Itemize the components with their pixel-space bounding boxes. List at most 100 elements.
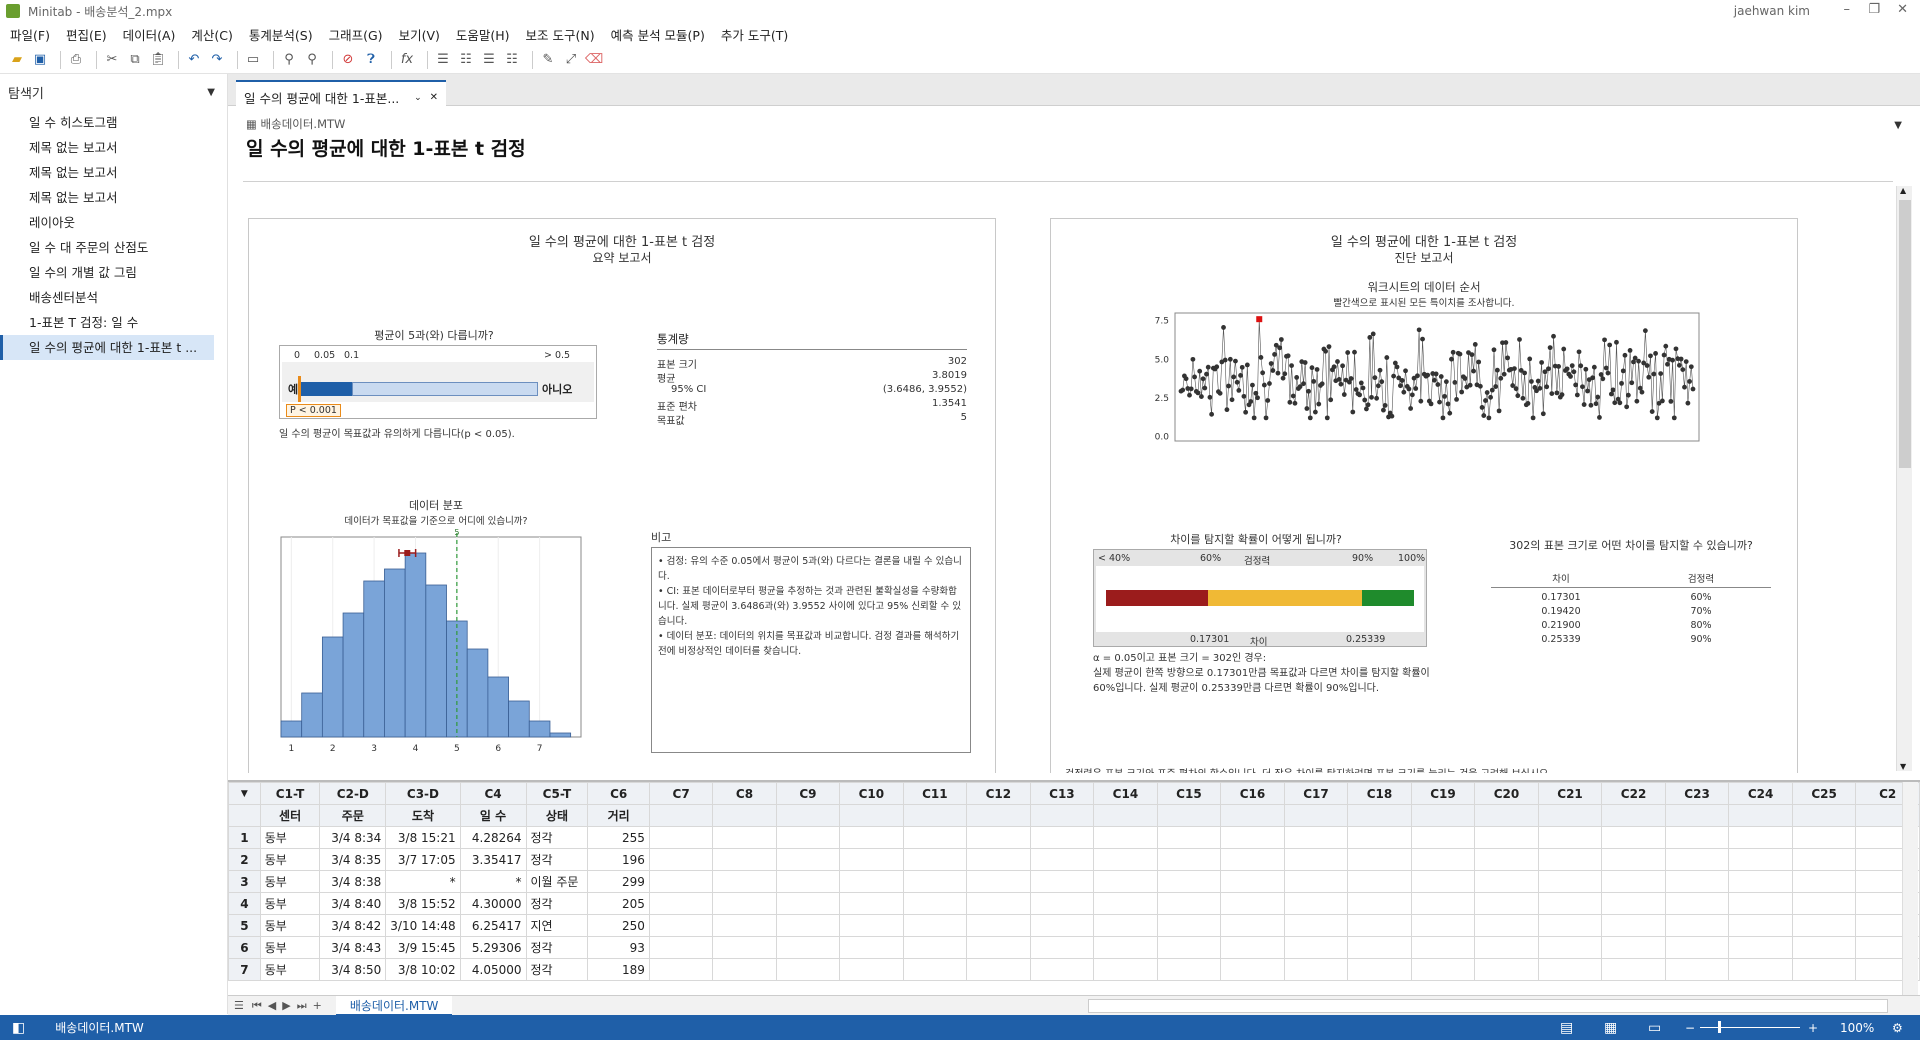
navigator-header[interactable]: 탐색기 ▼ [0,74,227,110]
table-cell[interactable]: 동부 [259,826,321,849]
table-cell[interactable]: 3/4 8:50 [319,958,387,981]
table-cell[interactable] [648,870,714,893]
column-header[interactable]: C20 [1474,782,1539,805]
table-cell[interactable]: 이월 주문 [525,870,589,893]
table-cell[interactable] [1601,936,1666,959]
column-header[interactable]: C10 [839,782,904,805]
zoom-in-icon[interactable]: + [1808,1021,1818,1035]
table-cell[interactable]: 3/8 10:02 [385,958,461,981]
column-header[interactable]: C6 [587,782,650,805]
table-cell[interactable] [648,892,714,915]
formula-icon[interactable]: fx [398,51,416,69]
table-cell[interactable] [966,826,1031,849]
menu-help[interactable]: 도움말(H) [456,25,510,44]
table-cell[interactable] [712,826,777,849]
table-cell[interactable] [1347,826,1412,849]
table-cell[interactable] [1220,936,1285,959]
table-cell[interactable] [775,848,841,871]
table-cell[interactable]: 동부 [259,892,321,915]
table-cell[interactable] [1537,958,1603,981]
table-cell[interactable] [1156,958,1222,981]
column-header[interactable]: C7 [648,782,714,805]
column-header[interactable]: C22 [1601,782,1666,805]
corner-cell[interactable]: ▼ [228,782,261,805]
nav-item-layout[interactable]: 레이아웃 [0,210,214,235]
add-sheet-icon[interactable]: + [313,999,322,1012]
table-cell[interactable] [1093,870,1158,893]
column-header[interactable]: C9 [775,782,841,805]
table-cell[interactable] [648,826,714,849]
column-name[interactable]: 센터 [259,804,321,827]
table-cell[interactable] [1156,826,1222,849]
panel-toggle-icon[interactable]: ◧ [12,1020,25,1036]
table-cell[interactable] [775,958,841,981]
split-view-icon[interactable]: ▤ [1560,1020,1573,1036]
table-cell[interactable] [1791,936,1857,959]
table-cell[interactable] [1791,958,1857,981]
table-cell[interactable]: 3/4 8:43 [319,936,387,959]
table-cell[interactable] [902,914,968,937]
table-cell[interactable] [1601,826,1666,849]
table-cell[interactable] [1474,936,1539,959]
column-name[interactable] [1283,804,1349,827]
collapse-icon[interactable]: ▼ [1894,120,1902,131]
table-cell[interactable] [1474,914,1539,937]
table-cell[interactable] [712,870,777,893]
table-cell[interactable] [775,914,841,937]
table-cell[interactable] [712,848,777,871]
table-cell[interactable] [1601,848,1666,871]
column-header[interactable]: C3-D [385,782,461,805]
brush-icon[interactable]: ✎ [539,51,557,69]
redo-icon[interactable]: ↷ [208,51,226,69]
nav-item-individual-value[interactable]: 일 수의 개별 값 그림 [0,260,214,285]
table-cell[interactable] [1029,958,1095,981]
column-header[interactable]: C15 [1156,782,1222,805]
menu-file[interactable]: 파일(F) [10,25,50,44]
open-icon[interactable]: ▰ [8,51,26,69]
table-cell[interactable] [1474,892,1539,915]
table-cell[interactable] [1347,892,1412,915]
table-cell[interactable] [1601,958,1666,981]
table-cell[interactable] [712,936,777,959]
table-cell[interactable] [712,892,777,915]
table-cell[interactable]: 3/4 8:35 [319,848,387,871]
eraser-icon[interactable]: ⌫ [585,51,603,69]
column-name[interactable] [1093,804,1158,827]
table-cell[interactable] [1664,914,1730,937]
worksheet-vscroll[interactable] [1902,782,1918,995]
table-cell[interactable]: 정각 [525,826,589,849]
table-cell[interactable]: 정각 [525,936,589,959]
table-cell[interactable] [966,914,1031,937]
table-cell[interactable] [902,848,968,871]
column-name[interactable]: 일 수 [459,804,527,827]
table-cell[interactable] [1791,826,1857,849]
table-cell[interactable] [839,958,904,981]
find-replace-icon[interactable]: ⚲ [303,51,321,69]
sheet-list-icon[interactable]: ☰ [234,999,244,1012]
table-cell[interactable] [966,958,1031,981]
minimize-icon[interactable]: – [1844,2,1851,17]
table-cell[interactable] [1283,892,1349,915]
table-cell[interactable]: 정각 [525,958,589,981]
table-cell[interactable] [1791,848,1857,871]
table-cell[interactable] [1664,936,1730,959]
table-cell[interactable] [648,848,714,871]
next-sheet-icon[interactable]: ▶ [282,999,290,1012]
table-cell[interactable] [1728,936,1793,959]
table-cell[interactable] [966,848,1031,871]
menu-stat[interactable]: 통계분석(S) [249,25,313,44]
table-cell[interactable] [1347,958,1412,981]
table-cell[interactable] [1220,958,1285,981]
table-cell[interactable] [775,870,841,893]
column-header[interactable]: C14 [1093,782,1158,805]
sheet-tab[interactable]: 배송데이터.MTW [335,995,453,1016]
nav-item-center-analysis[interactable]: 배송센터분석 [0,285,214,310]
table-cell[interactable] [1029,848,1095,871]
table-cell[interactable] [1537,936,1603,959]
table-cell[interactable] [1220,826,1285,849]
column-name[interactable] [1156,804,1222,827]
column-header[interactable]: C2-D [319,782,387,805]
column-name[interactable] [966,804,1031,827]
table-cell[interactable] [1728,892,1793,915]
table-cell[interactable] [1283,936,1349,959]
